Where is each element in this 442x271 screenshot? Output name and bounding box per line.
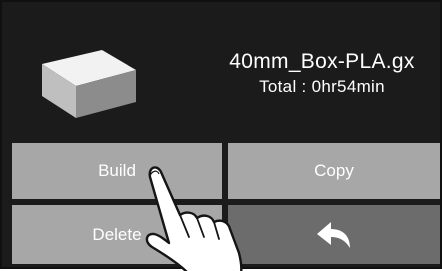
copy-button[interactable]: Copy [228, 143, 440, 199]
copy-button-label: Copy [314, 161, 354, 180]
total-time: Total : 0hr54min [259, 77, 385, 96]
model-thumbnail [42, 50, 136, 118]
file-name: 40mm_Box-PLA.gx [229, 50, 415, 73]
file-info: 40mm_Box-PLA.gx Total : 0hr54min [202, 50, 442, 98]
pointing-hand-icon [145, 166, 243, 271]
back-button[interactable] [228, 205, 440, 264]
back-arrow-icon [317, 221, 350, 248]
